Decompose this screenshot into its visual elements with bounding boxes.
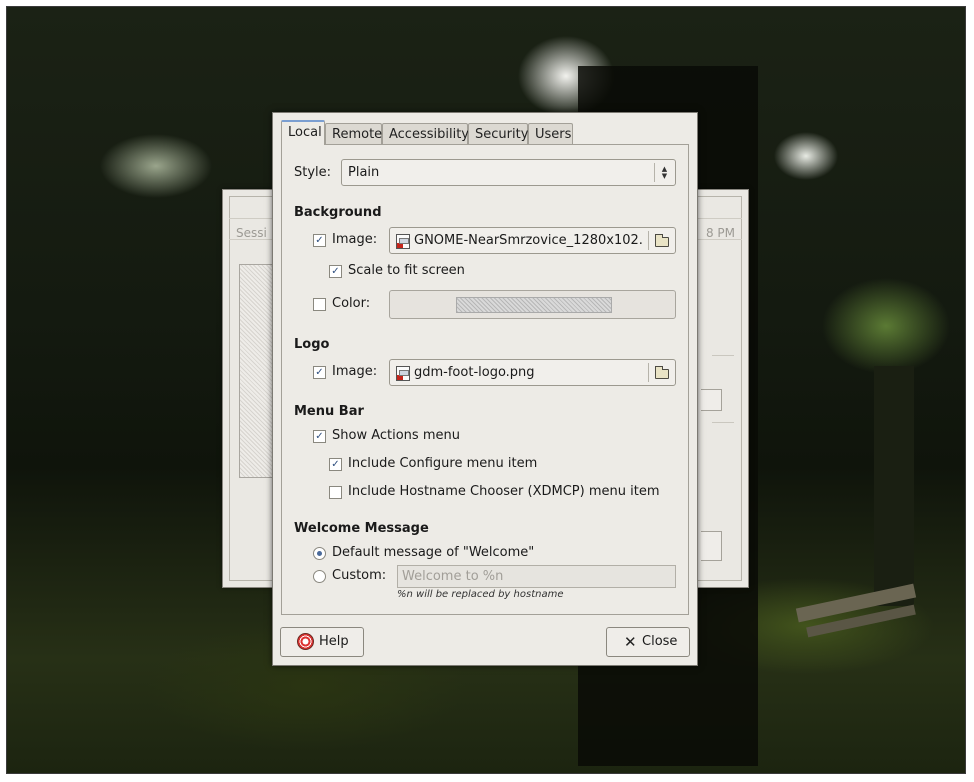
scale-to-fit-label: Scale to fit screen <box>348 263 465 278</box>
close-icon: ✕ <box>624 633 637 651</box>
logo-image-label: Image: <box>332 364 378 379</box>
custom-welcome-hint: %n will be replaced by hostname <box>397 589 564 600</box>
help-button-label: Help <box>319 634 349 649</box>
folder-open-icon <box>655 366 669 379</box>
image-file-icon <box>396 366 410 381</box>
background-window-time: 8 PM <box>705 226 735 240</box>
default-welcome-radio[interactable] <box>313 547 326 560</box>
background-image-label: Image: <box>332 232 378 247</box>
logo-image-chooser[interactable]: gdm-foot-logo.png <box>389 359 676 386</box>
chooser-separator <box>648 231 649 250</box>
custom-welcome-input[interactable]: Welcome to %n <box>397 565 676 588</box>
menu-bar-heading: Menu Bar <box>294 404 364 419</box>
help-lifebuoy-icon <box>297 633 314 650</box>
include-configure-label: Include Configure menu item <box>348 456 538 471</box>
style-select-value: Plain <box>348 165 380 180</box>
include-hostname-label: Include Hostname Chooser (XDMCP) menu it… <box>348 484 660 499</box>
background-color-button[interactable] <box>389 290 676 319</box>
close-button[interactable]: ✕ Close <box>606 627 690 657</box>
logo-image-filename: gdm-foot-logo.png <box>414 365 535 380</box>
show-actions-label: Show Actions menu <box>332 428 460 443</box>
background-window-button <box>701 531 722 561</box>
custom-welcome-radio[interactable] <box>313 570 326 583</box>
background-color-checkbox[interactable] <box>313 298 326 311</box>
include-hostname-checkbox[interactable] <box>329 486 342 499</box>
login-window-preferences-dialog: Local Remote Accessibility Security User… <box>272 112 698 666</box>
background-window-field <box>701 389 722 411</box>
logo-heading: Logo <box>294 337 330 352</box>
updown-arrows-icon: ▲ ▼ <box>661 165 668 180</box>
tab-security[interactable]: Security <box>468 123 528 144</box>
background-heading: Background <box>294 205 382 220</box>
tab-accessibility[interactable]: Accessibility <box>382 123 469 144</box>
background-image-chooser[interactable]: GNOME-NearSmrzovice_1280x102... <box>389 227 676 254</box>
background-image-filename: GNOME-NearSmrzovice_1280x102... <box>414 233 644 248</box>
tab-local[interactable]: Local <box>281 120 325 145</box>
image-file-icon <box>396 234 410 249</box>
style-label: Style: <box>294 165 332 180</box>
style-select-separator <box>654 163 655 182</box>
custom-welcome-label: Custom: <box>332 568 387 583</box>
tab-users[interactable]: Users <box>528 123 573 144</box>
background-window-divider <box>712 355 734 356</box>
folder-open-icon <box>655 234 669 247</box>
close-button-label: Close <box>642 634 678 649</box>
background-window-label: Sessi <box>236 226 267 240</box>
color-swatch <box>456 297 612 313</box>
welcome-heading: Welcome Message <box>294 521 429 536</box>
show-actions-checkbox[interactable]: ✓ <box>313 430 326 443</box>
background-window-divider <box>712 422 734 423</box>
default-welcome-label: Default message of "Welcome" <box>332 545 535 560</box>
help-button[interactable]: Help <box>280 627 364 657</box>
logo-image-checkbox[interactable]: ✓ <box>313 366 326 379</box>
chooser-separator <box>648 363 649 382</box>
scale-to-fit-checkbox[interactable]: ✓ <box>329 265 342 278</box>
style-select[interactable]: Plain ▲ ▼ <box>341 159 676 186</box>
tab-remote[interactable]: Remote <box>325 123 382 144</box>
background-color-label: Color: <box>332 296 371 311</box>
background-window-preview <box>239 264 273 478</box>
background-image-checkbox[interactable]: ✓ <box>313 234 326 247</box>
include-configure-checkbox[interactable]: ✓ <box>329 458 342 471</box>
